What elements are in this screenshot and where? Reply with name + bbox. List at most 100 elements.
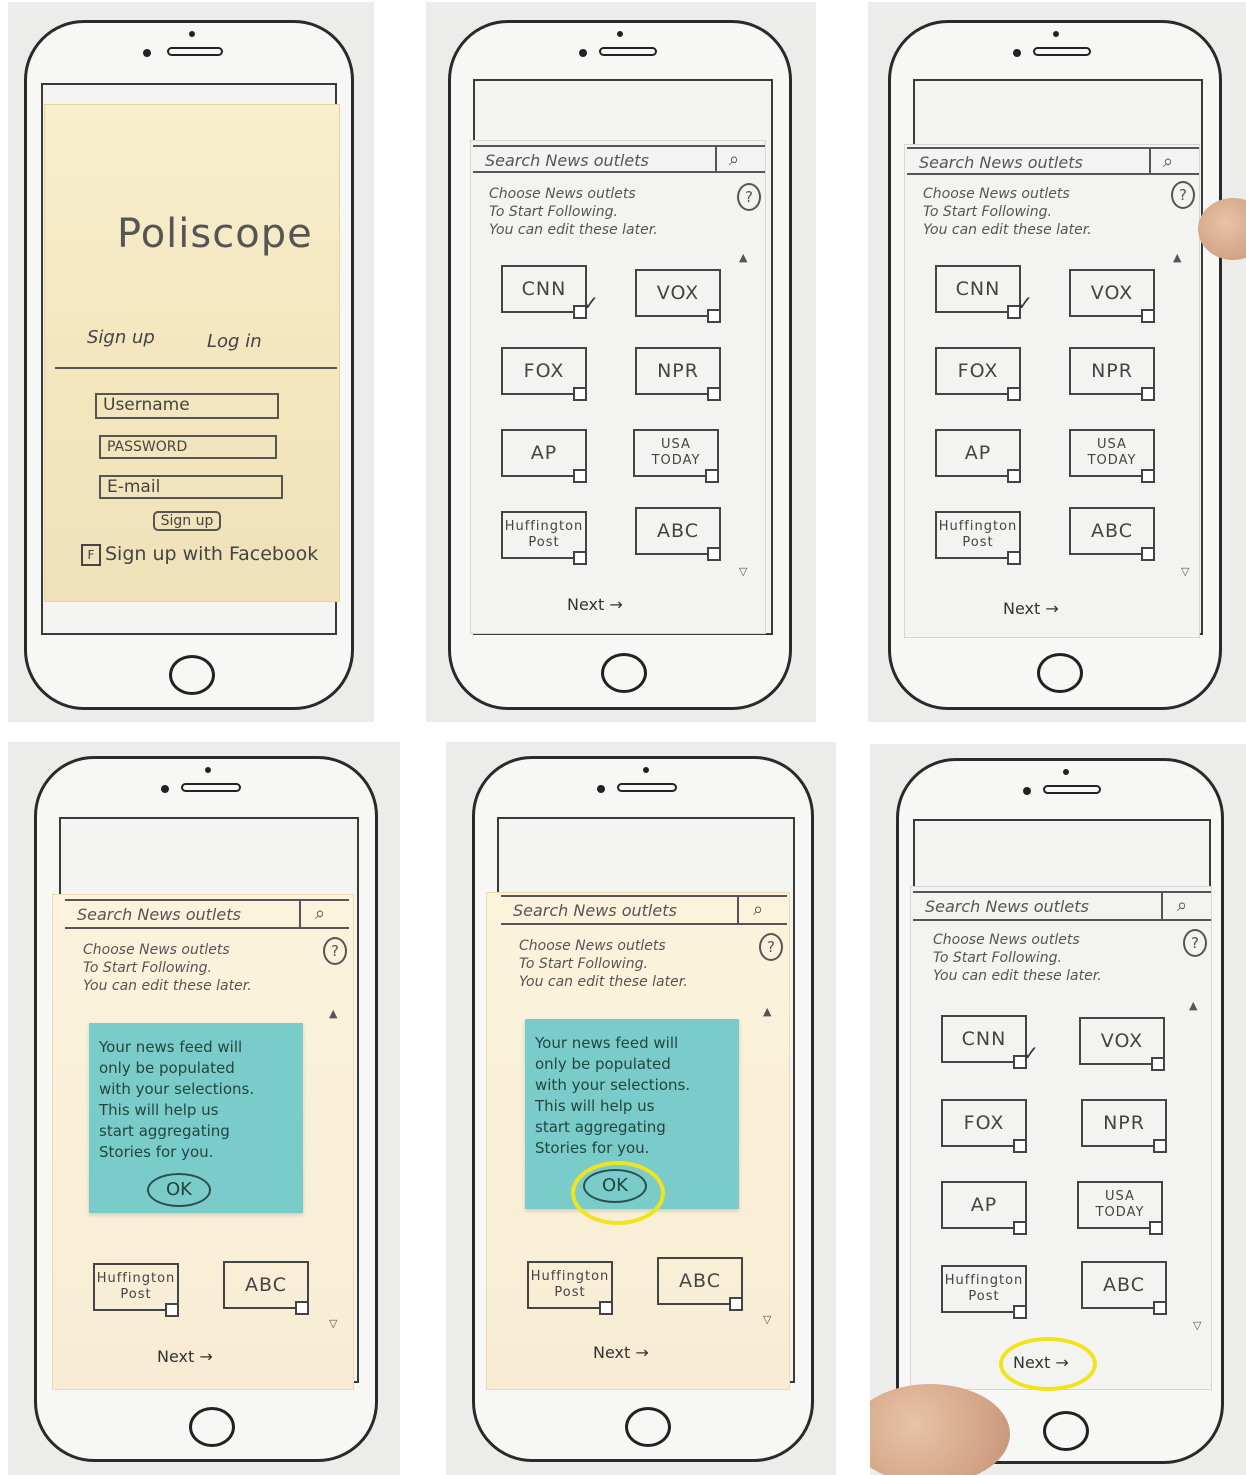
tile-abc[interactable]: ABC bbox=[657, 1257, 743, 1311]
ok-button[interactable]: OK bbox=[147, 1173, 211, 1207]
search-icon[interactable]: ⌕ bbox=[1177, 895, 1187, 916]
tile-huffington-post[interactable]: Huffington Post bbox=[501, 511, 587, 565]
tile-usa-today[interactable]: USA TODAY bbox=[1077, 1181, 1163, 1235]
checkbox[interactable] bbox=[707, 309, 721, 323]
tile-fox[interactable]: FOX bbox=[935, 347, 1021, 401]
tile-huffington-post[interactable]: Huffington Post bbox=[935, 511, 1021, 565]
home-button[interactable] bbox=[189, 1407, 235, 1447]
checkbox[interactable] bbox=[729, 1297, 743, 1311]
checkbox[interactable] bbox=[1141, 387, 1155, 401]
next-button[interactable]: Next → bbox=[1003, 599, 1059, 618]
search-bar[interactable]: Search News outlets ⌕ bbox=[473, 145, 765, 173]
search-input[interactable]: Search News outlets bbox=[919, 153, 1083, 172]
tile-abc[interactable]: ABC bbox=[635, 507, 721, 561]
home-button[interactable] bbox=[1043, 1411, 1089, 1451]
tile-usa-today[interactable]: USA TODAY bbox=[1069, 429, 1155, 483]
checkbox[interactable] bbox=[1153, 1301, 1167, 1315]
tab-sign-up[interactable]: Sign up bbox=[87, 327, 155, 348]
home-button[interactable] bbox=[601, 653, 647, 693]
tile-huffington-post[interactable]: Huffington Post bbox=[941, 1265, 1027, 1319]
search-input[interactable]: Search News outlets bbox=[513, 901, 677, 920]
checkbox[interactable] bbox=[1153, 1139, 1167, 1153]
checkbox[interactable] bbox=[165, 1303, 179, 1317]
tile-cnn[interactable]: CNN ✓ bbox=[935, 265, 1033, 319]
next-button[interactable]: Next → bbox=[567, 595, 623, 614]
tile-abc[interactable]: ABC bbox=[1069, 507, 1155, 561]
tile-vox[interactable]: VOX bbox=[1079, 1017, 1165, 1071]
tile-npr[interactable]: NPR bbox=[1081, 1099, 1167, 1153]
tile-fox[interactable]: FOX bbox=[501, 347, 587, 401]
search-input[interactable]: Search News outlets bbox=[925, 897, 1089, 916]
checkbox[interactable] bbox=[1151, 1057, 1165, 1071]
tile-vox[interactable]: VOX bbox=[635, 269, 721, 323]
checkbox[interactable] bbox=[1013, 1139, 1027, 1153]
scroll-up-icon[interactable]: ▲ bbox=[739, 251, 747, 264]
checkbox[interactable] bbox=[573, 469, 587, 483]
scroll-up-icon[interactable]: ▲ bbox=[1189, 999, 1197, 1012]
checkbox[interactable] bbox=[1141, 469, 1155, 483]
scroll-up-icon[interactable]: ▲ bbox=[763, 1005, 771, 1018]
search-input[interactable]: Search News outlets bbox=[485, 151, 649, 170]
tile-huffington-post[interactable]: Huffington Post bbox=[93, 1263, 179, 1317]
search-bar[interactable]: Search News outlets ⌕ bbox=[913, 891, 1211, 921]
search-icon[interactable]: ⌕ bbox=[315, 903, 325, 924]
password-field[interactable]: PASSWORD bbox=[99, 435, 277, 459]
scroll-down-icon[interactable]: ▽ bbox=[1181, 565, 1189, 578]
search-input[interactable]: Search News outlets bbox=[77, 905, 241, 924]
tile-ap[interactable]: AP bbox=[501, 429, 587, 483]
tile-usa-today[interactable]: USA TODAY bbox=[633, 429, 719, 483]
search-bar[interactable]: Search News outlets ⌕ bbox=[65, 899, 349, 929]
search-icon[interactable]: ⌕ bbox=[753, 899, 763, 920]
search-bar[interactable]: Search News outlets ⌕ bbox=[501, 895, 787, 925]
username-field[interactable]: Username bbox=[95, 393, 279, 419]
help-icon[interactable]: ? bbox=[1171, 181, 1195, 209]
checkbox[interactable] bbox=[1013, 1221, 1027, 1235]
tile-npr[interactable]: NPR bbox=[635, 347, 721, 401]
tile-npr[interactable]: NPR bbox=[1069, 347, 1155, 401]
scroll-down-icon[interactable]: ▽ bbox=[1193, 1319, 1201, 1332]
tab-log-in[interactable]: Log in bbox=[207, 331, 262, 352]
tile-cnn[interactable]: CNN ✓ bbox=[941, 1015, 1039, 1069]
home-button[interactable] bbox=[1037, 653, 1083, 693]
facebook-sign-up[interactable]: F Sign up with Facebook bbox=[81, 543, 318, 566]
checkbox[interactable] bbox=[1007, 469, 1021, 483]
scroll-up-icon[interactable]: ▲ bbox=[1173, 251, 1181, 264]
tile-abc[interactable]: ABC bbox=[1081, 1261, 1167, 1315]
help-icon[interactable]: ? bbox=[737, 183, 761, 211]
checkbox[interactable] bbox=[1013, 1305, 1027, 1319]
search-icon[interactable]: ⌕ bbox=[729, 149, 739, 170]
next-button[interactable]: Next → bbox=[593, 1343, 649, 1362]
checkbox[interactable] bbox=[573, 551, 587, 565]
tile-ap[interactable]: AP bbox=[941, 1181, 1027, 1235]
sign-up-button[interactable]: Sign up bbox=[153, 511, 221, 531]
scroll-down-icon[interactable]: ▽ bbox=[739, 565, 747, 578]
help-icon[interactable]: ? bbox=[323, 937, 347, 965]
tile-abc[interactable]: ABC bbox=[223, 1261, 309, 1315]
checkbox[interactable] bbox=[295, 1301, 309, 1315]
next-button[interactable]: Next → bbox=[157, 1347, 213, 1366]
checkbox[interactable] bbox=[1007, 387, 1021, 401]
search-bar[interactable]: Search News outlets ⌕ bbox=[907, 147, 1199, 175]
tile-cnn[interactable]: CNN ✓ bbox=[501, 265, 599, 319]
search-icon[interactable]: ⌕ bbox=[1163, 151, 1173, 172]
checkbox[interactable] bbox=[707, 387, 721, 401]
scroll-up-icon[interactable]: ▲ bbox=[329, 1007, 337, 1020]
checkbox[interactable] bbox=[599, 1301, 613, 1315]
tile-fox[interactable]: FOX bbox=[941, 1099, 1027, 1153]
tile-ap[interactable]: AP bbox=[935, 429, 1021, 483]
tile-vox[interactable]: VOX bbox=[1069, 269, 1155, 323]
checkbox[interactable] bbox=[1141, 547, 1155, 561]
checkbox[interactable] bbox=[1141, 309, 1155, 323]
help-icon[interactable]: ? bbox=[759, 933, 783, 961]
checkbox[interactable] bbox=[1007, 551, 1021, 565]
checkbox[interactable] bbox=[705, 469, 719, 483]
checkbox[interactable] bbox=[573, 387, 587, 401]
tile-huffington-post[interactable]: Huffington Post bbox=[527, 1261, 613, 1315]
scroll-down-icon[interactable]: ▽ bbox=[329, 1317, 337, 1330]
home-button[interactable] bbox=[625, 1407, 671, 1447]
email-field[interactable]: E-mail bbox=[99, 475, 283, 499]
home-button[interactable] bbox=[169, 655, 215, 695]
checkbox[interactable] bbox=[707, 547, 721, 561]
help-icon[interactable]: ? bbox=[1183, 929, 1207, 957]
checkbox[interactable] bbox=[1149, 1221, 1163, 1235]
